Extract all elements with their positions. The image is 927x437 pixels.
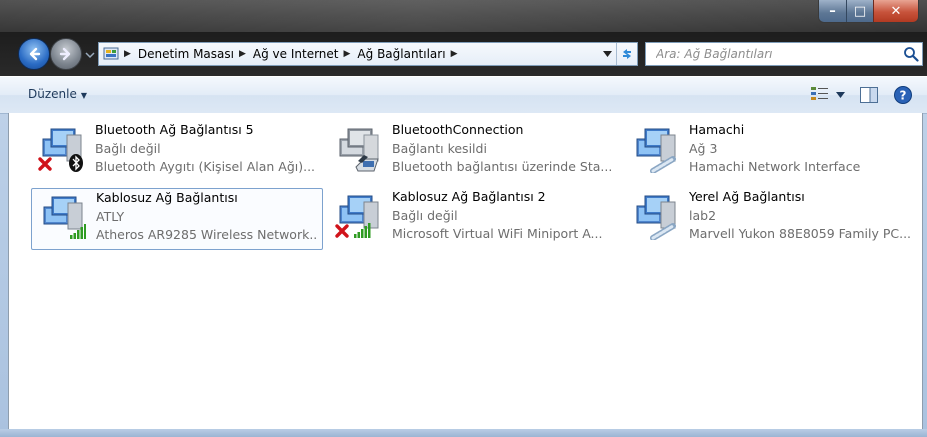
bluetooth-icon [69,154,83,172]
bluetooth-network-icon [38,128,83,172]
forward-button[interactable] [50,38,82,70]
toolbar-right-group: ? [810,85,913,105]
caption-buttons: – □ ✕ [818,0,919,23]
connection-status: lab2 [689,208,717,223]
connection-item[interactable]: Hamachi Ağ 3 Hamachi Network Interface [625,121,915,181]
connection-name: BluetoothConnection [392,122,524,137]
search-input[interactable] [654,46,898,62]
explorer-window: – □ ✕ ▶ Denetim Masası ▶ Ağ ve Internet … [0,0,927,437]
search-box[interactable] [645,42,923,66]
back-button[interactable] [18,38,50,70]
search-icon[interactable] [903,46,919,62]
refresh-icon [623,49,631,59]
signal-bars-icon [354,223,371,238]
disconnected-x-icon [335,224,349,238]
chevron-down-icon [602,51,612,57]
breadcrumb-control-panel[interactable]: Denetim Masası [135,43,237,65]
arrow-left-icon [29,47,41,61]
breadcrumb-separator[interactable]: ▶ [449,49,462,59]
connection-status: ATLY [96,209,125,224]
connection-name: Hamachi [689,122,745,137]
connection-name: Kablosuz Ağ Bağlantısı [96,190,238,205]
breadcrumb-separator[interactable]: ▶ [342,49,355,59]
view-options-button[interactable] [810,86,845,104]
connection-name: Kablosuz Ağ Bağlantısı 2 [392,189,546,204]
view-list-icon [811,87,828,100]
preview-pane-button[interactable] [859,86,879,104]
connections-pane: Bluetooth Ağ Bağlantısı 5 Bağlı değil Bl… [8,113,923,429]
recent-pages-dropdown[interactable] [84,50,96,60]
command-bar: Düzenle ▼ ? [0,76,927,114]
wireless-network-icon [43,196,86,239]
connection-device: Bluetooth bağlantısı üzerinde Sta... [392,159,613,174]
connection-item[interactable]: Kablosuz Ağ Bağlantısı 2 Bağlı değil Mic… [328,188,618,248]
maximize-button[interactable]: □ [846,0,873,22]
dialup-modem-icon [339,128,379,172]
breadcrumb-separator[interactable]: ▶ [237,49,250,59]
connection-device: Atheros AR9285 Wireless Network... [96,227,318,242]
window-bottom-border [0,429,927,437]
svg-text:?: ? [900,89,907,103]
connection-device: Marvell Yukon 88E8059 Family PC... [689,226,911,241]
control-panel-icon [103,47,119,60]
breadcrumb-network-connections[interactable]: Ağ Bağlantıları [354,43,448,65]
help-icon[interactable]: ? [893,85,913,105]
connection-status: Bağlı değil [392,208,458,223]
wired-network-icon [636,128,676,173]
refresh-button[interactable] [616,43,637,65]
connection-item[interactable]: BluetoothConnection Bağlantı kesildi Blu… [328,121,618,181]
organize-menu-button[interactable]: Düzenle ▼ [28,87,87,101]
address-dropdown-button[interactable] [599,43,615,65]
connection-status: Ağ 3 [689,141,718,156]
title-bar [0,0,927,32]
connection-device: Bluetooth Aygıtı (Kişisel Alan Ağı)... [95,159,316,174]
organize-label: Düzenle [28,87,77,101]
connection-status: Bağlantı kesildi [392,141,487,156]
connection-device: Hamachi Network Interface [689,159,861,174]
connection-name: Yerel Ağ Bağlantısı [689,189,805,204]
connection-name: Bluetooth Ağ Bağlantısı 5 [95,122,254,137]
minimize-button[interactable]: – [819,0,846,22]
connection-status: Bağlı değil [95,141,161,156]
arrow-right-icon [59,47,71,61]
connection-item[interactable]: Bluetooth Ağ Bağlantısı 5 Bağlı değil Bl… [31,121,321,181]
breadcrumb-network-internet[interactable]: Ağ ve Internet [250,43,342,65]
wireless-network-icon [335,195,379,238]
chevron-down-icon: ▼ [80,91,88,100]
disconnected-x-icon [38,157,52,171]
wired-network-icon [636,195,676,240]
connection-device: Microsoft Virtual WiFi Miniport A... [392,226,603,241]
close-button[interactable]: ✕ [873,0,918,22]
address-bar[interactable]: ▶ Denetim Masası ▶ Ağ ve Internet ▶ Ağ B… [98,42,638,66]
connection-item-selected[interactable]: Kablosuz Ağ Bağlantısı ATLY Atheros AR92… [31,188,323,250]
chevron-down-icon [836,92,845,98]
connection-item[interactable]: Yerel Ağ Bağlantısı lab2 Marvell Yukon 8… [625,188,915,248]
breadcrumb-separator[interactable]: ▶ [122,49,135,59]
